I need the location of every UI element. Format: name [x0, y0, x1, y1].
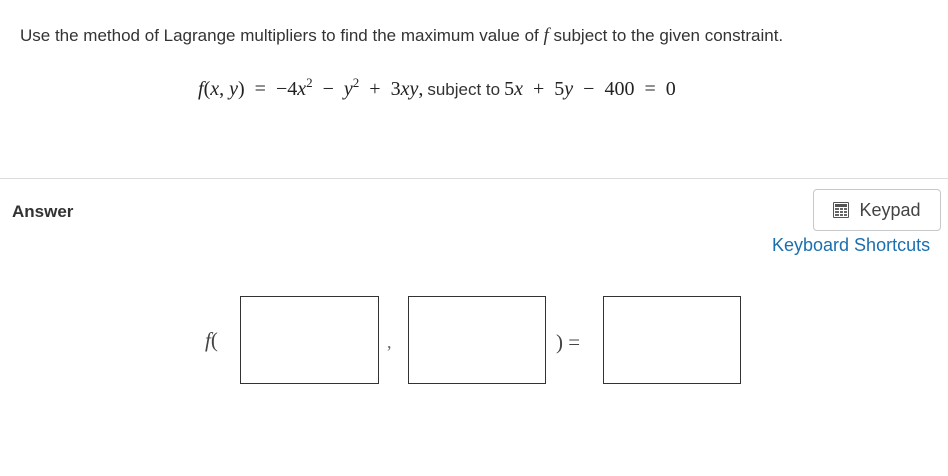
close-paren-equals: ) =	[556, 330, 581, 354]
function-open-label: f(	[205, 328, 218, 352]
keypad-icon	[833, 202, 850, 218]
subject-to-text: subject to	[427, 80, 501, 99]
question-text: Use the method of Lagrange multipliers t…	[20, 24, 930, 48]
keyboard-shortcuts-link[interactable]: Keyboard Shortcuts	[772, 235, 930, 256]
keypad-label: Keypad	[859, 199, 921, 220]
y-value-input[interactable]	[408, 296, 546, 384]
section-divider	[0, 178, 948, 179]
question-suffix: subject to the given constraint.	[548, 26, 784, 45]
question-prefix: Use the method of Lagrange multipliers t…	[20, 26, 544, 45]
constraint-equation: 5x + 5y − 400 = 0	[504, 78, 676, 100]
max-value-input[interactable]	[603, 296, 741, 384]
keypad-button[interactable]: Keypad	[813, 189, 941, 231]
answer-row: f( , ) =	[0, 296, 948, 386]
answer-label: Answer	[12, 202, 74, 221]
comma-separator: ,	[387, 332, 392, 352]
x-value-input[interactable]	[240, 296, 379, 384]
equation: f(x, y) = −4x2 − y2 + 3xy, subject to 5x…	[198, 75, 676, 108]
objective-function: f(x, y) = −4x2 − y2 + 3xy,	[198, 75, 424, 100]
